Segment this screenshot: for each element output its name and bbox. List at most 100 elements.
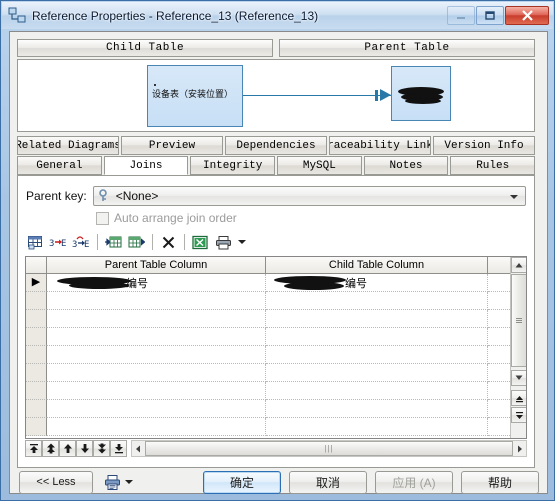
print-dropdown-arrow-icon[interactable] [238,240,246,244]
table-row[interactable] [26,418,526,436]
cancel-button[interactable]: 取消 [289,470,367,494]
cell-parent-column[interactable] [47,364,266,382]
auto-arrange-checkbox[interactable] [96,211,109,225]
grid-vertical-scrollbar[interactable] [510,257,526,438]
chevron-down-icon[interactable] [510,195,518,199]
insert-row-icon[interactable] [102,231,124,253]
tab-preview[interactable]: Preview [121,136,223,155]
parent-table-box[interactable] [391,66,451,121]
title-bar[interactable]: Reference Properties - Reference_13 (Ref… [2,2,553,29]
cell-child-column[interactable] [266,364,488,382]
scroll-down-button[interactable] [511,370,526,386]
move-first-icon[interactable] [25,440,42,457]
cell-parent-column[interactable] [47,418,266,436]
apply-button[interactable]: 应用 (A) [375,470,453,494]
tab-dependencies[interactable]: Dependencies [225,136,327,155]
row-selector[interactable] [26,364,47,382]
tab-integrity[interactable]: Integrity [190,156,276,175]
tab-version-info[interactable]: Version Info [433,136,535,155]
hscroll-thumb[interactable]: ||| [145,441,513,456]
move-up-fast-icon[interactable] [42,440,59,457]
dialog-client-area: Child Table Parent Table 设备表（安装位置） Relat… [9,31,548,494]
cell-parent-column[interactable]: 编号 [47,274,266,292]
row-selector[interactable] [26,346,47,364]
edit-grid-icon[interactable] [24,231,46,253]
table-row[interactable] [26,292,526,310]
maximize-button[interactable] [476,6,504,25]
svg-text:3: 3 [72,240,77,250]
move-down-icon[interactable] [76,440,93,457]
auto-arrange-row[interactable]: Auto arrange join order [96,210,237,226]
cell-parent-column[interactable] [47,328,266,346]
row-selector[interactable] [26,418,47,436]
relationship-arrow-head [380,89,391,101]
tab-row-1: Related Diagrams Preview Dependencies Tr… [17,136,535,155]
cell-child-column[interactable] [266,400,488,418]
help-button[interactable]: 帮助 [461,470,539,494]
hscroll-right-button[interactable] [514,445,526,453]
hscroll-left-button[interactable] [132,445,144,453]
table-row[interactable] [26,400,526,418]
ok-button[interactable]: 确定 [203,470,281,494]
table-row[interactable] [26,310,526,328]
tab-rules[interactable]: Rules [450,156,536,175]
cell-child-column[interactable] [266,328,488,346]
grid-header-parent-column[interactable]: Parent Table Column [47,257,266,274]
cell-child-column[interactable] [266,292,488,310]
append-row-icon[interactable] [125,231,147,253]
delete-icon[interactable] [157,231,179,253]
row-selector[interactable] [26,400,47,418]
print-options-arrow-icon[interactable] [125,480,133,484]
row-selector[interactable] [26,328,47,346]
less-button[interactable]: << Less [19,470,93,494]
cell-child-column[interactable]: 编号 [266,274,488,292]
row-selector[interactable] [26,382,47,400]
table-row[interactable] [26,346,526,364]
row-selector[interactable]: ▶ [26,274,47,292]
cell-parent-column[interactable] [47,310,266,328]
table-row[interactable] [26,382,526,400]
tab-notes[interactable]: Notes [363,156,449,175]
scroll-page-down-button[interactable] [511,407,526,423]
svg-text:E: E [84,240,89,250]
cell-child-column[interactable] [266,346,488,364]
relationship-diagram[interactable]: 设备表（安装位置） [17,59,535,132]
table-row[interactable] [26,328,526,346]
cell-child-column[interactable] [266,382,488,400]
parent-key-combobox[interactable]: <None> [92,186,526,206]
cell-parent-column[interactable] [47,292,266,310]
close-button[interactable] [505,6,549,25]
export-excel-icon[interactable] [189,231,211,253]
remove-join-icon[interactable]: 3 E [70,231,92,253]
minimize-button[interactable] [447,6,475,25]
cell-parent-column[interactable] [47,346,266,364]
tab-related-diagrams[interactable]: Related Diagrams [17,136,119,155]
cell-parent-column[interactable] [47,400,266,418]
scroll-thumb[interactable] [511,274,526,367]
cell-child-column[interactable] [266,310,488,328]
row-selector[interactable] [26,310,47,328]
child-table-button[interactable]: Child Table [17,39,273,57]
scroll-page-up-button[interactable] [511,390,526,406]
table-row[interactable] [26,364,526,382]
cell-child-column[interactable] [266,418,488,436]
add-join-icon[interactable]: 3 E [47,231,69,253]
cell-parent-column[interactable] [47,382,266,400]
joins-grid[interactable]: Parent Table Column Child Table Column ▶… [25,256,527,439]
tab-traceability-links[interactable]: Traceability Links [329,136,431,155]
row-selector[interactable] [26,292,47,310]
print-icon[interactable] [212,231,234,253]
child-table-box[interactable]: 设备表（安装位置） [147,65,243,127]
tab-general[interactable]: General [17,156,102,175]
tab-mysql[interactable]: MySQL [277,156,362,175]
move-last-icon[interactable] [110,440,127,457]
parent-table-button[interactable]: Parent Table [279,39,535,57]
move-up-icon[interactable] [59,440,76,457]
move-down-fast-icon[interactable] [93,440,110,457]
grid-header-child-column[interactable]: Child Table Column [266,257,488,274]
scroll-up-button[interactable] [511,257,526,273]
table-row[interactable]: ▶ 编号 编号 [26,274,526,292]
print-preview-icon[interactable] [103,473,122,492]
grid-horizontal-scrollbar[interactable]: ||| [131,440,527,457]
tab-joins[interactable]: Joins [103,156,189,175]
